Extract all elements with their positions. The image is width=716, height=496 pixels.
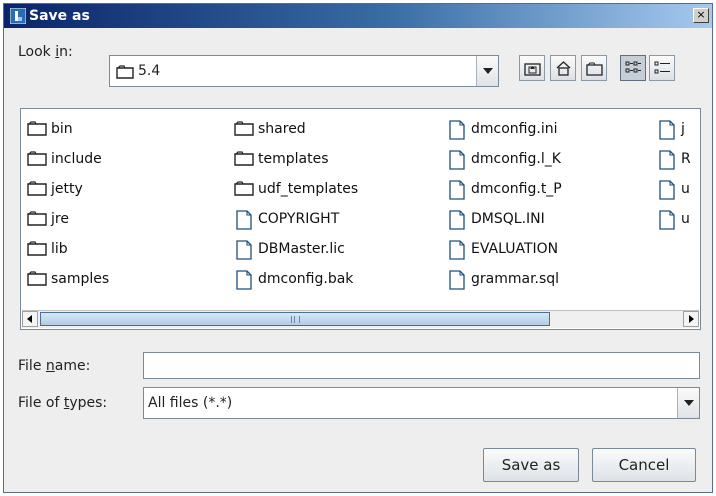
- list-item-name: bin: [51, 121, 73, 137]
- file-name-label-key: n: [45, 358, 55, 374]
- look-in-label-pre: Look: [18, 44, 56, 60]
- scroll-right-button[interactable]: [683, 311, 699, 327]
- new-folder-icon: [586, 62, 603, 76]
- list-view-icon: [625, 61, 641, 73]
- details-view-button[interactable]: [649, 55, 675, 81]
- list-item-name: EVALUATION: [471, 241, 559, 257]
- list-item-name: shared: [258, 121, 306, 137]
- file-name-label: File name:: [18, 357, 90, 375]
- home-icon: [556, 61, 571, 76]
- close-button[interactable]: ×: [693, 8, 709, 23]
- file-list[interactable]: bin include jetty jre lib samples shared templ…: [20, 108, 701, 330]
- list-item-name: u: [681, 211, 690, 227]
- file-type-value: All files (*.*): [148, 395, 233, 411]
- scroll-thumb[interactable]: [40, 312, 550, 326]
- list-item-name: templates: [258, 151, 329, 167]
- home-button[interactable]: [550, 55, 576, 81]
- file-type-label-pre: File of: [18, 395, 64, 411]
- look-in-label-post: n:: [59, 44, 73, 60]
- details-view-icon: [654, 61, 670, 74]
- folder-up-icon: [524, 63, 541, 76]
- file-name-label-post: ame:: [54, 358, 91, 374]
- list-item-name: include: [51, 151, 102, 167]
- file-name-input[interactable]: [143, 352, 700, 379]
- list-view-button[interactable]: [620, 55, 646, 81]
- file-type-label: File of types:: [18, 394, 107, 412]
- scroll-grip-icon: [291, 316, 300, 323]
- close-icon: ×: [696, 8, 706, 21]
- up-one-level-button[interactable]: [519, 55, 545, 81]
- scroll-left-button[interactable]: [22, 311, 38, 327]
- list-item-name: lib: [51, 241, 68, 257]
- list-item-name: jre: [51, 211, 69, 227]
- java-app-icon: [9, 7, 27, 25]
- list-item-name: udf_templates: [258, 181, 359, 197]
- list-item-name: grammar.sql: [471, 271, 560, 287]
- list-item-name: COPYRIGHT: [258, 211, 340, 227]
- list-item-name: j: [681, 121, 685, 137]
- save-as-dialog: Save as × Look in: 5.4 bin include jetty jr…: [3, 3, 713, 493]
- file-name-label-pre: File: [18, 358, 46, 374]
- dialog-title: Save as: [29, 8, 90, 24]
- look-in-combo[interactable]: 5.4: [109, 55, 499, 87]
- list-item-name: samples: [51, 271, 110, 287]
- new-folder-button[interactable]: [581, 55, 607, 81]
- list-item-name: dmconfig.l_K: [471, 151, 561, 167]
- list-item-name: R: [681, 151, 691, 167]
- list-item-name: jetty: [51, 181, 83, 197]
- list-item-name: dmconfig.ini: [471, 121, 558, 137]
- look-in-value: 5.4: [138, 63, 161, 79]
- horizontal-scrollbar[interactable]: [22, 310, 699, 328]
- file-type-dropdown-arrow[interactable]: [677, 388, 699, 418]
- cancel-button[interactable]: Cancel: [592, 448, 696, 482]
- save-as-button[interactable]: Save as: [483, 448, 579, 482]
- list-item-name: u: [681, 181, 690, 197]
- look-in-dropdown-arrow[interactable]: [476, 56, 498, 86]
- file-type-label-post: ypes:: [69, 395, 108, 411]
- list-item-name: DMSQL.INI: [471, 211, 545, 227]
- list-item-name: dmconfig.bak: [258, 271, 354, 287]
- list-item-name: DBMaster.lic: [258, 241, 345, 257]
- list-item-name: dmconfig.t_P: [471, 181, 562, 197]
- folder-icon: [116, 64, 134, 83]
- title-bar[interactable]: Save as ×: [4, 4, 712, 28]
- look-in-label: Look in:: [18, 43, 73, 61]
- file-type-combo[interactable]: All files (*.*): [143, 387, 700, 419]
